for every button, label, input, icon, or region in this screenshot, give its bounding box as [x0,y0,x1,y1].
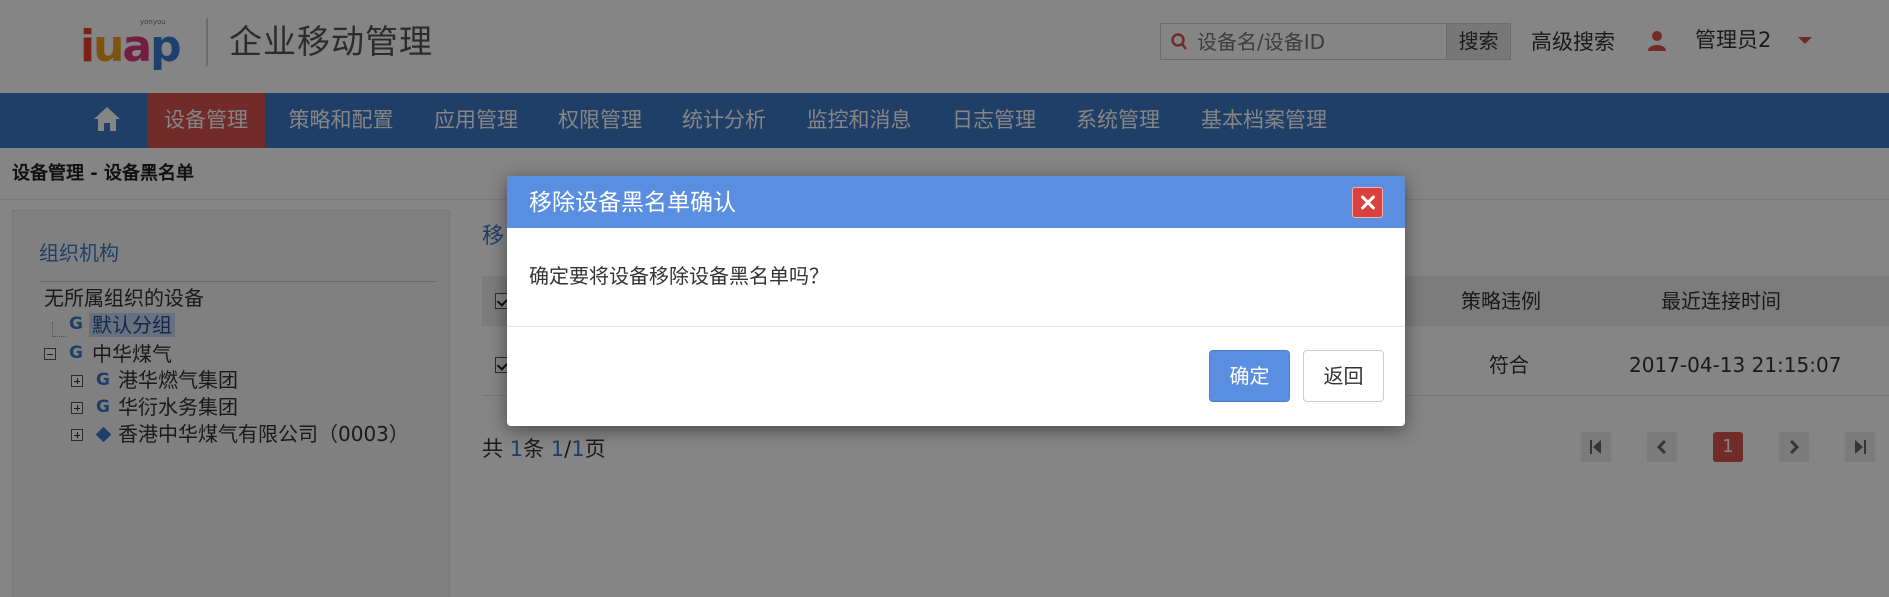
dialog-divider [507,326,1405,327]
back-button[interactable]: 返回 [1303,350,1384,402]
dialog-message: 确定要将设备移除设备黑名单吗？ [529,264,829,288]
dialog-header: 移除设备黑名单确认 [507,176,1405,228]
confirm-button[interactable]: 确定 [1209,350,1290,402]
dialog-title: 移除设备黑名单确认 [529,190,736,216]
confirm-dialog: 移除设备黑名单确认 确定要将设备移除设备黑名单吗？ 确定 返回 [507,176,1405,426]
close-icon[interactable] [1352,187,1383,218]
